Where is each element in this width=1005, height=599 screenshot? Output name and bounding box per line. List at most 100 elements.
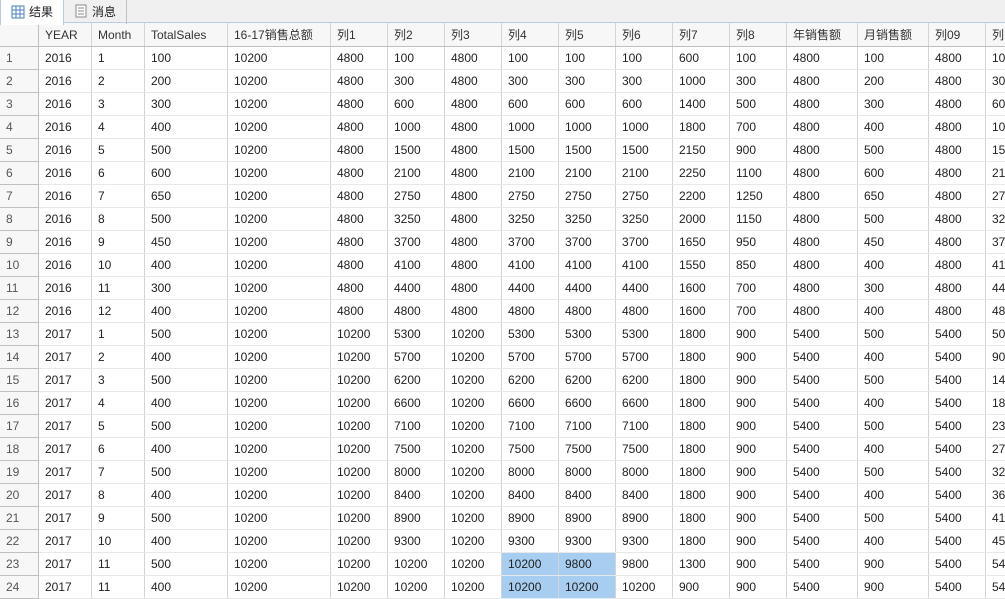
cell[interactable]: 4800	[445, 93, 502, 116]
cell[interactable]: 4800	[787, 277, 858, 300]
cell[interactable]: 500	[858, 369, 929, 392]
cell[interactable]: 10200	[445, 369, 502, 392]
cell[interactable]: 4800	[445, 185, 502, 208]
cell[interactable]: 400	[858, 438, 929, 461]
cell[interactable]: 4800	[787, 300, 858, 323]
cell[interactable]: 4800	[445, 116, 502, 139]
cell[interactable]: 400	[858, 484, 929, 507]
row-header[interactable]: 12	[0, 300, 39, 323]
cell[interactable]: 4	[92, 392, 145, 415]
cell[interactable]: 4800	[445, 254, 502, 277]
cell[interactable]: 4800	[787, 139, 858, 162]
cell[interactable]: 4800	[445, 277, 502, 300]
column-header[interactable]: 列7	[673, 23, 730, 47]
cell[interactable]: 500	[145, 415, 228, 438]
cell[interactable]: 2100	[502, 162, 559, 185]
cell[interactable]: 900	[858, 576, 929, 599]
cell[interactable]: 10200	[228, 576, 331, 599]
row-header[interactable]: 11	[0, 277, 39, 300]
cell[interactable]: 4800	[929, 70, 986, 93]
cell[interactable]: 900	[730, 415, 787, 438]
column-header[interactable]: 月销售额	[858, 23, 929, 47]
cell[interactable]: 3700	[502, 231, 559, 254]
cell[interactable]: 500	[145, 208, 228, 231]
column-header[interactable]: YEAR	[39, 23, 92, 47]
cell[interactable]: 4800	[445, 139, 502, 162]
cell[interactable]: 4800	[445, 208, 502, 231]
cell[interactable]: 4800	[331, 116, 388, 139]
cell[interactable]: 4800	[787, 70, 858, 93]
cell[interactable]: 1800	[673, 484, 730, 507]
cell[interactable]: 4800	[929, 277, 986, 300]
cell[interactable]: 1	[92, 323, 145, 346]
cell[interactable]: 5	[92, 415, 145, 438]
cell[interactable]: 500	[145, 553, 228, 576]
cell[interactable]: 2017	[39, 576, 92, 599]
column-header[interactable]: 列4	[502, 23, 559, 47]
cell[interactable]: 900	[858, 553, 929, 576]
cell[interactable]: 600	[673, 47, 730, 70]
cell[interactable]: 10200	[228, 369, 331, 392]
cell[interactable]: 500	[858, 415, 929, 438]
cell[interactable]: 5400	[929, 530, 986, 553]
cell[interactable]: 5700	[616, 346, 673, 369]
cell[interactable]: 2017	[39, 369, 92, 392]
cell[interactable]: 4800	[929, 254, 986, 277]
cell[interactable]: 6600	[502, 392, 559, 415]
cell[interactable]: 10200	[228, 116, 331, 139]
cell[interactable]: 8	[92, 484, 145, 507]
cell[interactable]: 10200	[228, 162, 331, 185]
cell[interactable]: 5400	[929, 461, 986, 484]
cell[interactable]: 300	[145, 277, 228, 300]
cell[interactable]: 9800	[616, 553, 673, 576]
cell[interactable]: 3	[92, 93, 145, 116]
cell[interactable]: 5400	[787, 438, 858, 461]
cell[interactable]: 8400	[388, 484, 445, 507]
cell[interactable]: 10200	[228, 139, 331, 162]
cell[interactable]: 10200	[331, 438, 388, 461]
row-header[interactable]: 18	[0, 438, 39, 461]
cell[interactable]: 9800	[559, 553, 616, 576]
cell[interactable]: 300	[858, 93, 929, 116]
cell[interactable]: 400	[145, 576, 228, 599]
cell[interactable]: 10200	[331, 392, 388, 415]
cell[interactable]: 4800	[559, 300, 616, 323]
cell[interactable]: 10200	[331, 415, 388, 438]
cell[interactable]: 200	[858, 70, 929, 93]
cell[interactable]: 11	[92, 576, 145, 599]
cell[interactable]: 10200	[331, 553, 388, 576]
column-header[interactable]: 列2	[388, 23, 445, 47]
cell[interactable]: 4800	[929, 208, 986, 231]
cell[interactable]: 6	[92, 162, 145, 185]
cell[interactable]: 5400	[787, 369, 858, 392]
cell[interactable]: 950	[730, 231, 787, 254]
cell[interactable]: 600	[502, 93, 559, 116]
cell[interactable]: 4800	[986, 300, 1005, 323]
cell[interactable]: 300	[559, 70, 616, 93]
cell[interactable]: 7500	[388, 438, 445, 461]
cell[interactable]: 900	[730, 392, 787, 415]
cell[interactable]: 4800	[331, 208, 388, 231]
cell[interactable]: 4400	[986, 277, 1005, 300]
cell[interactable]: 3600	[986, 484, 1005, 507]
cell[interactable]: 5400	[787, 346, 858, 369]
cell[interactable]: 10200	[388, 576, 445, 599]
cell[interactable]: 5	[92, 139, 145, 162]
cell[interactable]: 400	[858, 530, 929, 553]
cell[interactable]: 1800	[673, 438, 730, 461]
cell[interactable]: 10200	[331, 369, 388, 392]
cell[interactable]: 7	[92, 461, 145, 484]
cell[interactable]: 4100	[559, 254, 616, 277]
cell[interactable]: 5400	[787, 323, 858, 346]
column-header[interactable]: 列8	[730, 23, 787, 47]
cell[interactable]: 10200	[228, 484, 331, 507]
cell[interactable]: 2	[92, 70, 145, 93]
cell[interactable]: 1500	[616, 139, 673, 162]
cell[interactable]: 4400	[388, 277, 445, 300]
cell[interactable]: 4800	[445, 70, 502, 93]
cell[interactable]: 900	[730, 576, 787, 599]
row-header[interactable]: 2	[0, 70, 39, 93]
cell[interactable]: 9300	[502, 530, 559, 553]
cell[interactable]: 900	[730, 323, 787, 346]
column-header[interactable]: 列10	[986, 23, 1005, 47]
